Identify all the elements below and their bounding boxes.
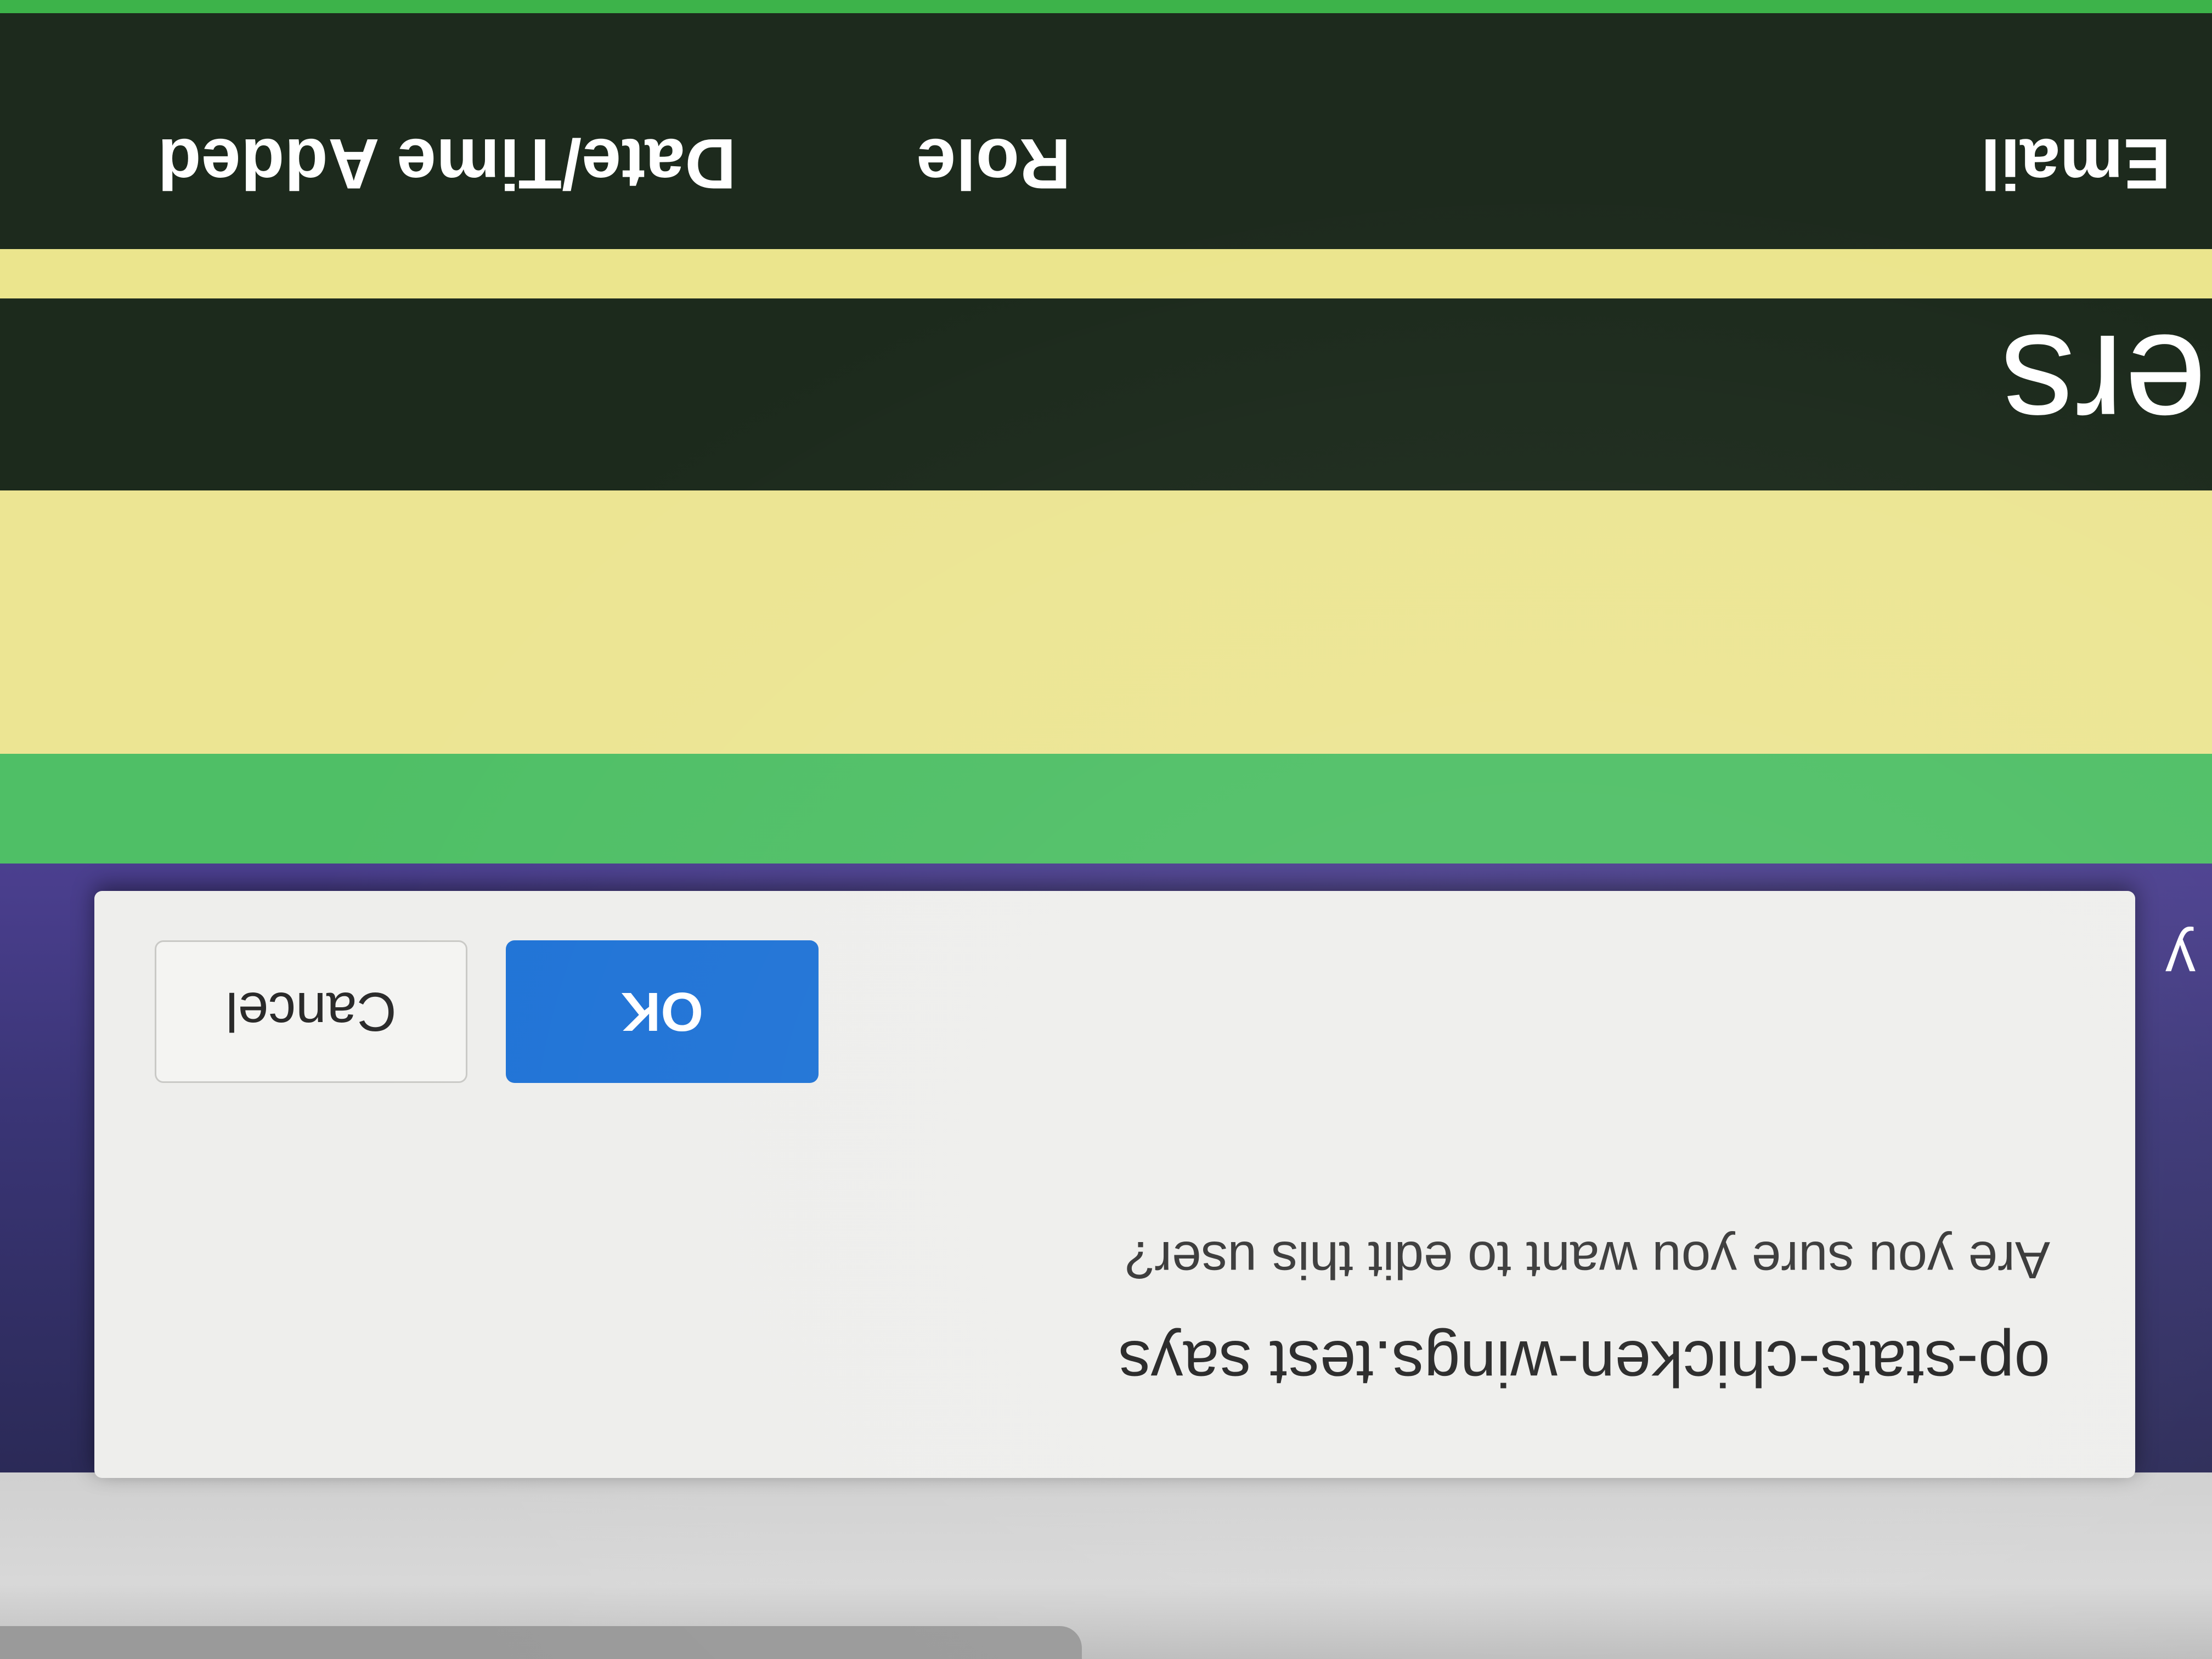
column-header-role[interactable]: Role — [916, 124, 1071, 204]
browser-chrome — [0, 1472, 2212, 1659]
dialog-message: Are you sure you want to edit this user? — [1125, 1231, 2050, 1289]
dialog-title: op-stats-chicken-wings.test says — [1118, 1327, 2051, 1400]
header-band — [0, 490, 2212, 754]
page-title-bar — [0, 298, 2212, 490]
bottom-accent-strip — [0, 0, 2212, 13]
column-header-date-time-added[interactable]: Date/Time Added — [157, 124, 736, 204]
accent-band — [0, 754, 2212, 864]
column-header-email[interactable]: Email — [1980, 124, 2171, 204]
confirm-dialog: op-stats-chicken-wings.test says Are you… — [94, 891, 2135, 1478]
nav-item-label[interactable]: y — [2165, 926, 2196, 994]
browser-tab-strip — [0, 1626, 1082, 1659]
screen: y ers Email Role Date/Time Added op-stat… — [0, 0, 2212, 1659]
ok-button[interactable]: OK — [506, 940, 819, 1083]
page-title: ers — [2000, 304, 2207, 469]
cancel-button[interactable]: Cancel — [155, 940, 467, 1083]
section-divider — [0, 249, 2212, 298]
